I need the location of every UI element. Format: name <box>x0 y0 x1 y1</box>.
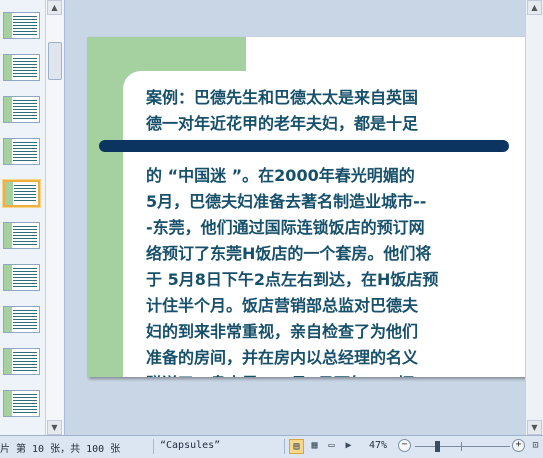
thumbnail-band <box>4 265 12 290</box>
thumbnail-band <box>4 391 12 416</box>
zoom-slider-center-tick <box>461 442 462 451</box>
thumbnail-text-lines <box>13 100 37 119</box>
slide-thumbnail-pane: ▲ ▼ <box>0 0 65 435</box>
slide-thumbnail[interactable] <box>3 180 40 207</box>
thumbnail-text-lines <box>13 394 37 413</box>
thumbnail-text-lines <box>13 142 37 161</box>
thumbnail-band <box>4 139 12 164</box>
slide-thumbnail[interactable] <box>3 264 40 291</box>
slide-text-line: 于 5月8日下午2点左右到达，在H饭店预 <box>146 270 439 289</box>
thumbnail-text-lines <box>13 226 37 245</box>
slide-text-line: 计住半个月。饭店营销部总监对巴德夫 <box>146 296 419 315</box>
zoom-level[interactable]: 47% <box>369 440 387 451</box>
slide-text-line: 络预订了东莞H饭店的一个套房。他们将 <box>146 244 432 263</box>
zoom-in-icon[interactable]: + <box>512 439 525 452</box>
slide-text-line: 赠送了一盘水果 。5月8日下午，一辆 <box>146 371 491 377</box>
thumbnail-scroll-thumb[interactable] <box>48 42 62 80</box>
thumbnail-band <box>4 55 12 80</box>
thumbnail-text-lines <box>13 16 37 35</box>
thumbnail-text-lines <box>13 268 37 287</box>
zoom-slider-thumb[interactable] <box>435 441 441 452</box>
fit-to-window-icon[interactable]: ⊡ <box>528 439 543 454</box>
slide-thumbnail[interactable] <box>3 348 40 375</box>
thumbnail-band <box>4 349 12 374</box>
thumbnail-text-lines <box>14 185 36 202</box>
editor-scrollbar[interactable]: ▲ ▼ <box>525 0 543 435</box>
slide-text-line: 准备的房间，并在房内以总经理的名义 <box>146 348 419 367</box>
slide-thumbnail[interactable] <box>3 306 40 333</box>
thumbnail-band <box>4 223 12 248</box>
slide-text-line: 妇的到来非常重视，亲自检查了为他们 <box>146 322 419 341</box>
slide-thumbnail[interactable] <box>3 96 40 123</box>
thumbnail-band <box>4 307 12 332</box>
scroll-down-arrow-icon[interactable]: ▼ <box>47 420 62 435</box>
slide-text-line <box>146 137 491 163</box>
thumbnail-scrollbar[interactable]: ▲ ▼ <box>45 0 63 435</box>
zoom-out-icon[interactable]: − <box>398 439 411 452</box>
reading-view-icon[interactable]: ▭ <box>324 439 339 454</box>
thumbnail-text-lines <box>13 352 37 371</box>
thumbnail-text-lines <box>13 58 37 77</box>
thumbnail-band <box>4 13 12 38</box>
slide-thumbnail[interactable] <box>3 12 40 39</box>
thumbnail-text-lines <box>13 310 37 329</box>
slide-body-text[interactable]: 案例：巴德先生和巴德太太是来自英国 德一对年近花甲的老年夫妇，都是十足的 “中国迷… <box>146 85 491 377</box>
slide-text-line: 5月，巴德夫妇准备去著名制造业城市-- <box>146 192 427 211</box>
slide-text-line: -东莞，他们通过国际连锁饭店的预订网 <box>146 218 425 237</box>
zoom-slider-track[interactable] <box>415 446 510 447</box>
status-divider <box>284 439 285 454</box>
slide-count-status: 片 第 10 张，共 100 张 <box>0 444 121 455</box>
slide-text-line: 的 “中国迷 ”。在2000年春光明媚的 <box>146 166 415 185</box>
status-bar: 片 第 10 张，共 100 张 “Capsules” ▤ ▦ ▭ ▶ 47% … <box>0 435 543 458</box>
editor-scroll-down-icon[interactable]: ▼ <box>527 420 542 435</box>
slide-thumbnail[interactable] <box>3 390 40 417</box>
slide-thumbnail[interactable] <box>3 138 40 165</box>
thumbnail-band <box>4 97 12 122</box>
slide-text-line: 案例：巴德先生和巴德太太是来自英国 <box>146 88 419 107</box>
slide-sorter-view-icon[interactable]: ▦ <box>307 439 322 454</box>
slide-thumbnail[interactable] <box>3 222 40 249</box>
editor-scroll-up-icon[interactable]: ▲ <box>527 0 542 15</box>
status-divider <box>153 439 154 454</box>
slide-text-line: 德一对年近花甲的老年夫妇，都是十足 <box>146 114 419 133</box>
slide-thumbnail[interactable] <box>3 54 40 81</box>
thumbnail-band <box>5 182 13 205</box>
slide-canvas[interactable]: 案例：巴德先生和巴德太太是来自英国 德一对年近花甲的老年夫妇，都是十足的 “中国迷… <box>87 37 530 377</box>
theme-name-status[interactable]: “Capsules” <box>160 440 220 451</box>
normal-view-icon[interactable]: ▤ <box>289 439 304 454</box>
slide-show-view-icon[interactable]: ▶ <box>341 439 356 454</box>
scroll-up-arrow-icon[interactable]: ▲ <box>47 0 62 15</box>
